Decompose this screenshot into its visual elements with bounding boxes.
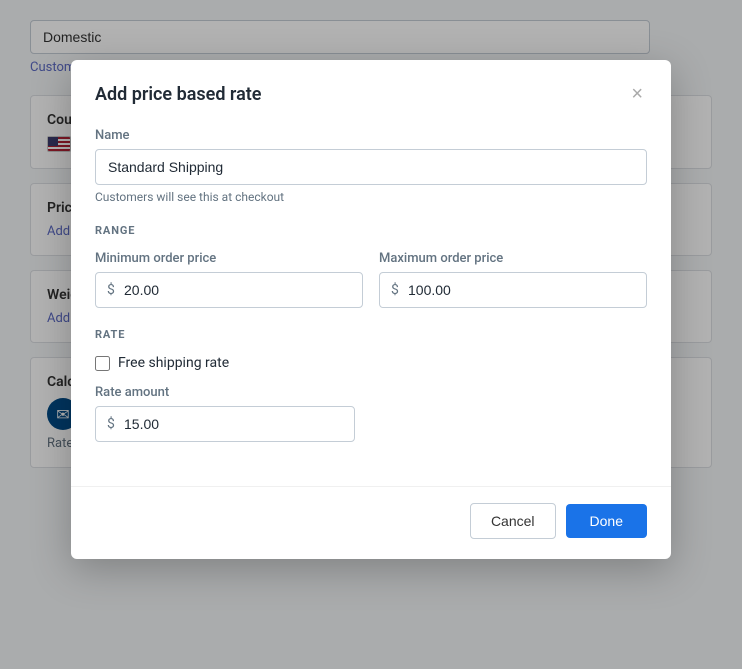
min-price-input[interactable]: [95, 272, 363, 308]
free-shipping-checkbox[interactable]: [95, 356, 110, 371]
free-shipping-label: Free shipping rate: [118, 355, 229, 371]
free-shipping-row: Free shipping rate: [95, 355, 647, 371]
min-price-label: Minimum order price: [95, 251, 363, 266]
max-price-col: Maximum order price $: [379, 251, 647, 308]
rate-amount-wrapper: $: [95, 406, 355, 442]
rate-amount-label: Rate amount: [95, 385, 355, 400]
range-heading: RANGE: [95, 224, 647, 237]
max-price-prefix: $: [391, 282, 399, 298]
name-hint: Customers will see this at checkout: [95, 190, 647, 204]
name-input[interactable]: [95, 149, 647, 185]
modal-close-button[interactable]: ×: [627, 80, 647, 108]
name-label: Name: [95, 128, 647, 143]
modal-header: Add price based rate ×: [71, 60, 671, 124]
name-form-group: Name Customers will see this at checkout: [95, 128, 647, 204]
modal-title: Add price based rate: [95, 84, 262, 105]
cancel-button[interactable]: Cancel: [470, 503, 556, 539]
min-price-wrapper: $: [95, 272, 363, 308]
min-price-col: Minimum order price $: [95, 251, 363, 308]
modal-overlay: Add price based rate × Name Customers wi…: [0, 0, 742, 669]
max-price-input[interactable]: [379, 272, 647, 308]
rate-amount-group: Rate amount $: [95, 385, 355, 442]
max-price-label: Maximum order price: [379, 251, 647, 266]
rate-section: RATE Free shipping rate Rate amount $: [95, 328, 647, 442]
rate-amount-prefix: $: [107, 416, 115, 432]
min-price-prefix: $: [107, 282, 115, 298]
rate-amount-input[interactable]: [95, 406, 355, 442]
price-range-row: Minimum order price $ Maximum order pric…: [95, 251, 647, 308]
modal: Add price based rate × Name Customers wi…: [71, 60, 671, 559]
modal-body: Name Customers will see this at checkout…: [71, 124, 671, 478]
done-button[interactable]: Done: [566, 504, 647, 538]
rate-heading: RATE: [95, 328, 647, 341]
max-price-wrapper: $: [379, 272, 647, 308]
modal-footer: Cancel Done: [71, 486, 671, 559]
